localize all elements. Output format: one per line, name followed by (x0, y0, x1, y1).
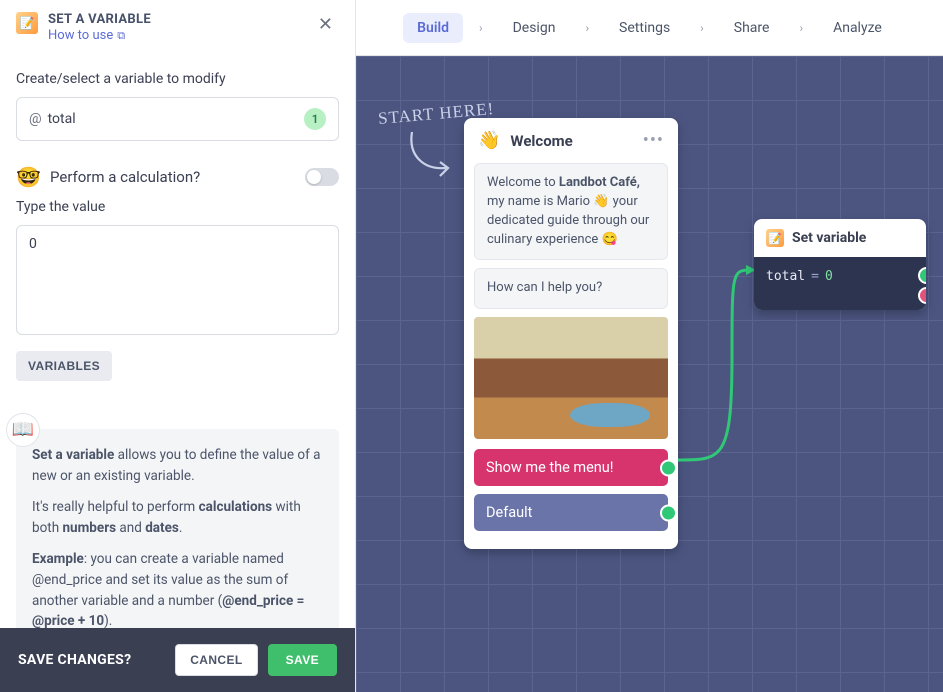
variable-at-symbol: @ (29, 111, 42, 127)
setvar-eq: = (811, 269, 819, 284)
top-navigation: Build › Design › Settings › Share › Anal… (356, 0, 943, 56)
variable-name: total (48, 111, 76, 127)
output-port-error[interactable] (918, 287, 926, 304)
welcome-message-1: Welcome to Landbot Café, my name is Mari… (474, 163, 668, 260)
close-panel-button[interactable]: ✕ (312, 12, 339, 37)
save-changes-title: SAVE CHANGES? (18, 652, 131, 668)
nav-separator-icon: › (471, 21, 491, 35)
set-variable-node[interactable]: 📝 Set variable total = 0 (754, 219, 926, 310)
nav-separator-icon: › (791, 21, 811, 35)
how-to-use-label: How to use (48, 28, 113, 43)
option-show-menu-label: Show me the menu! (486, 459, 614, 476)
output-port-success[interactable] (918, 267, 926, 284)
perform-calculation-label: Perform a calculation? (50, 168, 295, 186)
setvar-val: 0 (825, 269, 833, 284)
variable-usage-count: 1 (304, 108, 326, 130)
save-button[interactable]: SAVE (268, 644, 337, 676)
nav-separator-icon: › (692, 21, 712, 35)
perform-calculation-toggle[interactable] (305, 168, 339, 186)
option-default[interactable]: Default (474, 494, 668, 531)
welcome-message-2: How can I help you? (474, 268, 668, 309)
nav-build[interactable]: Build (403, 13, 463, 43)
how-to-use-link[interactable]: How to use ⧉ (48, 28, 125, 43)
start-arrow-icon (402, 126, 462, 186)
output-port[interactable] (660, 459, 677, 476)
flow-canvas[interactable]: START HERE! 👋 Welcome ••• Welcome to Lan… (356, 56, 943, 692)
welcome-node-title: Welcome (510, 132, 632, 150)
variables-button[interactable]: VARIABLES (16, 351, 112, 381)
set-variable-icon: 📝 (766, 229, 784, 247)
save-changes-bar: SAVE CHANGES? CANCEL SAVE (0, 628, 355, 692)
nav-design[interactable]: Design (499, 13, 570, 43)
setvar-var: total (766, 269, 805, 284)
nav-separator-icon: › (577, 21, 597, 35)
flow-connector (672, 216, 762, 476)
nav-analyze[interactable]: Analyze (819, 13, 896, 43)
sidebar-title: SET A VARIABLE (48, 12, 302, 27)
set-variable-code: total = 0 (754, 257, 926, 310)
create-select-variable-label: Create/select a variable to modify (16, 71, 339, 87)
calculation-emoji-icon: 🤓 (16, 165, 40, 189)
help-card: 📖 Set a variable allows you to define th… (16, 429, 339, 628)
variable-select-input[interactable]: @ total 1 (16, 97, 339, 141)
value-textarea[interactable] (16, 225, 339, 335)
sidebar-panel: 📝 SET A VARIABLE How to use ⧉ ✕ Create/s… (0, 0, 356, 692)
nav-share[interactable]: Share (720, 13, 784, 43)
external-link-icon: ⧉ (117, 29, 125, 43)
welcome-gif-placeholder (474, 317, 668, 439)
sidebar-header: 📝 SET A VARIABLE How to use ⧉ ✕ (0, 0, 355, 55)
set-variable-node-title: Set variable (792, 230, 866, 246)
welcome-node[interactable]: 👋 Welcome ••• Welcome to Landbot Café, m… (464, 118, 678, 549)
type-value-label: Type the value (16, 199, 339, 215)
nav-settings[interactable]: Settings (605, 13, 684, 43)
help-book-icon: 📖 (6, 413, 40, 447)
cancel-button[interactable]: CANCEL (175, 644, 257, 676)
option-show-menu[interactable]: Show me the menu! (474, 449, 668, 486)
option-default-label: Default (486, 504, 532, 521)
set-variable-icon: 📝 (16, 12, 38, 34)
help-p1-strong: Set a variable (32, 447, 114, 463)
output-port[interactable] (660, 504, 677, 521)
wave-icon: 👋 (478, 130, 500, 151)
node-menu-button[interactable]: ••• (643, 130, 664, 151)
